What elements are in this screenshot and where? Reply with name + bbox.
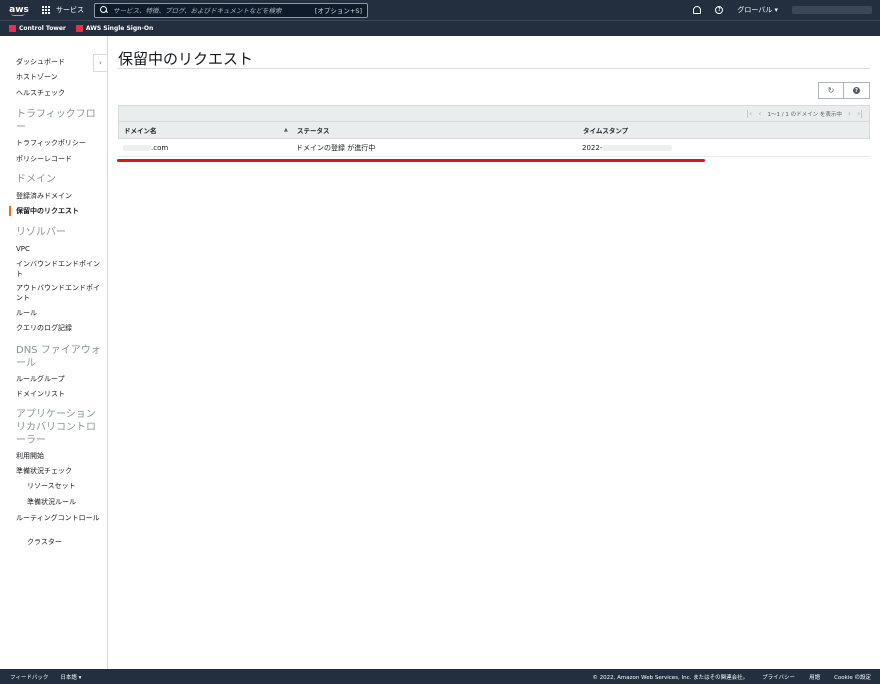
sidebar-item-rule-groups[interactable]: ルールグループ: [16, 374, 102, 384]
column-header-domain[interactable]: ドメイン名: [124, 125, 157, 135]
table-toolbar: ↻ ?: [818, 82, 870, 99]
favorite-label: Control Tower: [19, 25, 66, 32]
language-selector[interactable]: 日本語 ▾: [60, 673, 81, 681]
aws-logo[interactable]: aws: [4, 0, 34, 20]
sidebar-navigation: ‹ ダッシュボード ホストゾーン ヘルスチェック トラフィックフロー トラフィッ…: [0, 36, 108, 669]
prev-page-icon[interactable]: ‹: [758, 109, 761, 118]
pending-requests-table: |‹ ‹ 1〜1 / 1 のドメイン を表示中 › ›| ドメイン名 ▲ ステー…: [118, 105, 870, 157]
sidebar-item-resource-sets[interactable]: リソースセット: [27, 481, 102, 491]
sidebar-item-outbound-endpoints[interactable]: アウトバウンドエンドポイント: [16, 283, 102, 303]
info-button[interactable]: ?: [844, 82, 870, 99]
top-navigation: aws サービス サービス、特徴、ブログ、およびドキュメントなどを検索 [オプシ…: [0, 0, 880, 20]
pager-text: 1〜1 / 1 のドメイン を表示中: [767, 111, 842, 118]
sidebar-section-dns-firewall: DNS ファイアウォール: [16, 345, 101, 369]
sidebar-item-readiness-check[interactable]: 準備状況チェック: [16, 466, 102, 476]
sidebar-section-arc: アプリケーションリカバリコントローラー: [16, 409, 96, 446]
cell-timestamp: 2022-: [582, 143, 673, 152]
search-input[interactable]: サービス、特徴、ブログ、およびドキュメントなどを検索 [オプション+S]: [94, 2, 368, 18]
privacy-link[interactable]: プライバシー: [762, 673, 795, 681]
redacted-domain-name: [123, 144, 151, 151]
sidebar-section-traffic-flow: トラフィックフロー: [16, 109, 96, 133]
info-icon: ?: [853, 87, 860, 94]
notification-bell-icon[interactable]: [693, 6, 702, 14]
redacted-timestamp: [602, 144, 673, 151]
services-label: サービス: [56, 6, 84, 14]
sidebar-item-getting-started[interactable]: 利用開始: [16, 451, 102, 461]
copyright-text: © 2022, Amazon Web Services, Inc. またはその関…: [592, 674, 749, 681]
domain-suffix: .com: [151, 143, 169, 152]
sidebar-item-dashboard[interactable]: ダッシュボード: [16, 57, 102, 67]
search-icon: [100, 6, 108, 14]
refresh-button[interactable]: ↻: [818, 82, 844, 99]
column-header-timestamp[interactable]: タイムスタンプ: [583, 125, 628, 135]
cell-status: ドメインの登録 が進行中: [296, 143, 376, 152]
feedback-link[interactable]: フィードバック: [10, 673, 48, 681]
table-header: ドメイン名 ▲ ステータス タイムスタンプ: [118, 122, 870, 139]
sidebar-item-vpc[interactable]: VPC: [16, 244, 102, 254]
sidebar-item-pending-requests[interactable]: 保留中のリクエスト: [9, 206, 102, 216]
refresh-icon: ↻: [827, 86, 835, 95]
sidebar-item-domain-lists[interactable]: ドメインリスト: [16, 389, 102, 399]
terms-link[interactable]: 用語: [809, 673, 820, 681]
sidebar-item-query-logging[interactable]: クエリのログ記録: [16, 323, 102, 333]
sidebar-item-policy-records[interactable]: ポリシーレコード: [16, 154, 102, 164]
services-menu-button[interactable]: サービス: [42, 5, 84, 15]
footer-left: フィードバック 日本語 ▾: [10, 673, 81, 681]
highlight-underline: [117, 159, 705, 162]
grid-icon: [42, 5, 51, 15]
top-right-controls: ? グローバル ▾: [693, 5, 872, 15]
timestamp-prefix: 2022-: [582, 143, 603, 152]
table-pager: |‹ ‹ 1〜1 / 1 のドメイン を表示中 › ›|: [118, 105, 870, 122]
favorite-control-tower[interactable]: Control Tower: [9, 25, 66, 32]
title-divider: [118, 68, 870, 69]
cookie-settings-link[interactable]: Cookie の設定: [834, 673, 871, 681]
column-header-status[interactable]: ステータス: [297, 125, 330, 135]
sidebar-item-routing-control[interactable]: ルーティングコントロール: [16, 513, 102, 523]
account-menu[interactable]: [792, 6, 872, 14]
sidebar-item-inbound-endpoints[interactable]: インバウンドエンドポイント: [16, 259, 102, 279]
sso-icon: [75, 25, 83, 32]
footer-right: © 2022, Amazon Web Services, Inc. またはその関…: [592, 673, 871, 681]
last-page-icon[interactable]: ›|: [857, 109, 863, 118]
sort-ascending-icon[interactable]: ▲: [284, 127, 288, 133]
sidebar-item-rules[interactable]: ルール: [16, 308, 102, 318]
next-page-icon[interactable]: ›: [848, 109, 851, 118]
region-selector[interactable]: グローバル ▾: [737, 5, 778, 15]
first-page-icon[interactable]: |‹: [746, 109, 752, 118]
sidebar-item-readiness-rules[interactable]: 準備状況ルール: [27, 497, 102, 507]
cell-domain: .com: [123, 144, 168, 152]
sidebar-item-clusters[interactable]: クラスター: [27, 537, 102, 547]
sidebar-item-registered-domains[interactable]: 登録済みドメイン: [16, 191, 102, 201]
aws-smile-icon: [11, 13, 25, 16]
favorite-aws-sso[interactable]: AWS Single Sign-On: [75, 25, 154, 32]
page-title: 保留中のリクエスト: [118, 50, 254, 68]
help-icon[interactable]: ?: [715, 6, 724, 14]
footer: フィードバック 日本語 ▾ © 2022, Amazon Web Service…: [0, 669, 880, 684]
search-shortcut-hint: [オプション+S]: [314, 7, 362, 15]
sidebar-section-resolver: リゾルバー: [16, 227, 66, 238]
sidebar-item-health-checks[interactable]: ヘルスチェック: [16, 88, 102, 98]
sidebar-item-hosted-zones[interactable]: ホストゾーン: [16, 72, 102, 82]
table-row[interactable]: .com ドメインの登録 が進行中 2022-: [118, 139, 870, 157]
control-tower-icon: [9, 25, 16, 32]
sidebar-section-domains: ドメイン: [16, 174, 56, 185]
sidebar-item-traffic-policies[interactable]: トラフィックポリシー: [16, 138, 102, 148]
search-placeholder: サービス、特徴、ブログ、およびドキュメントなどを検索: [113, 7, 282, 15]
favorites-bar: Control Tower AWS Single Sign-On: [0, 20, 880, 36]
favorite-label: AWS Single Sign-On: [85, 25, 154, 32]
